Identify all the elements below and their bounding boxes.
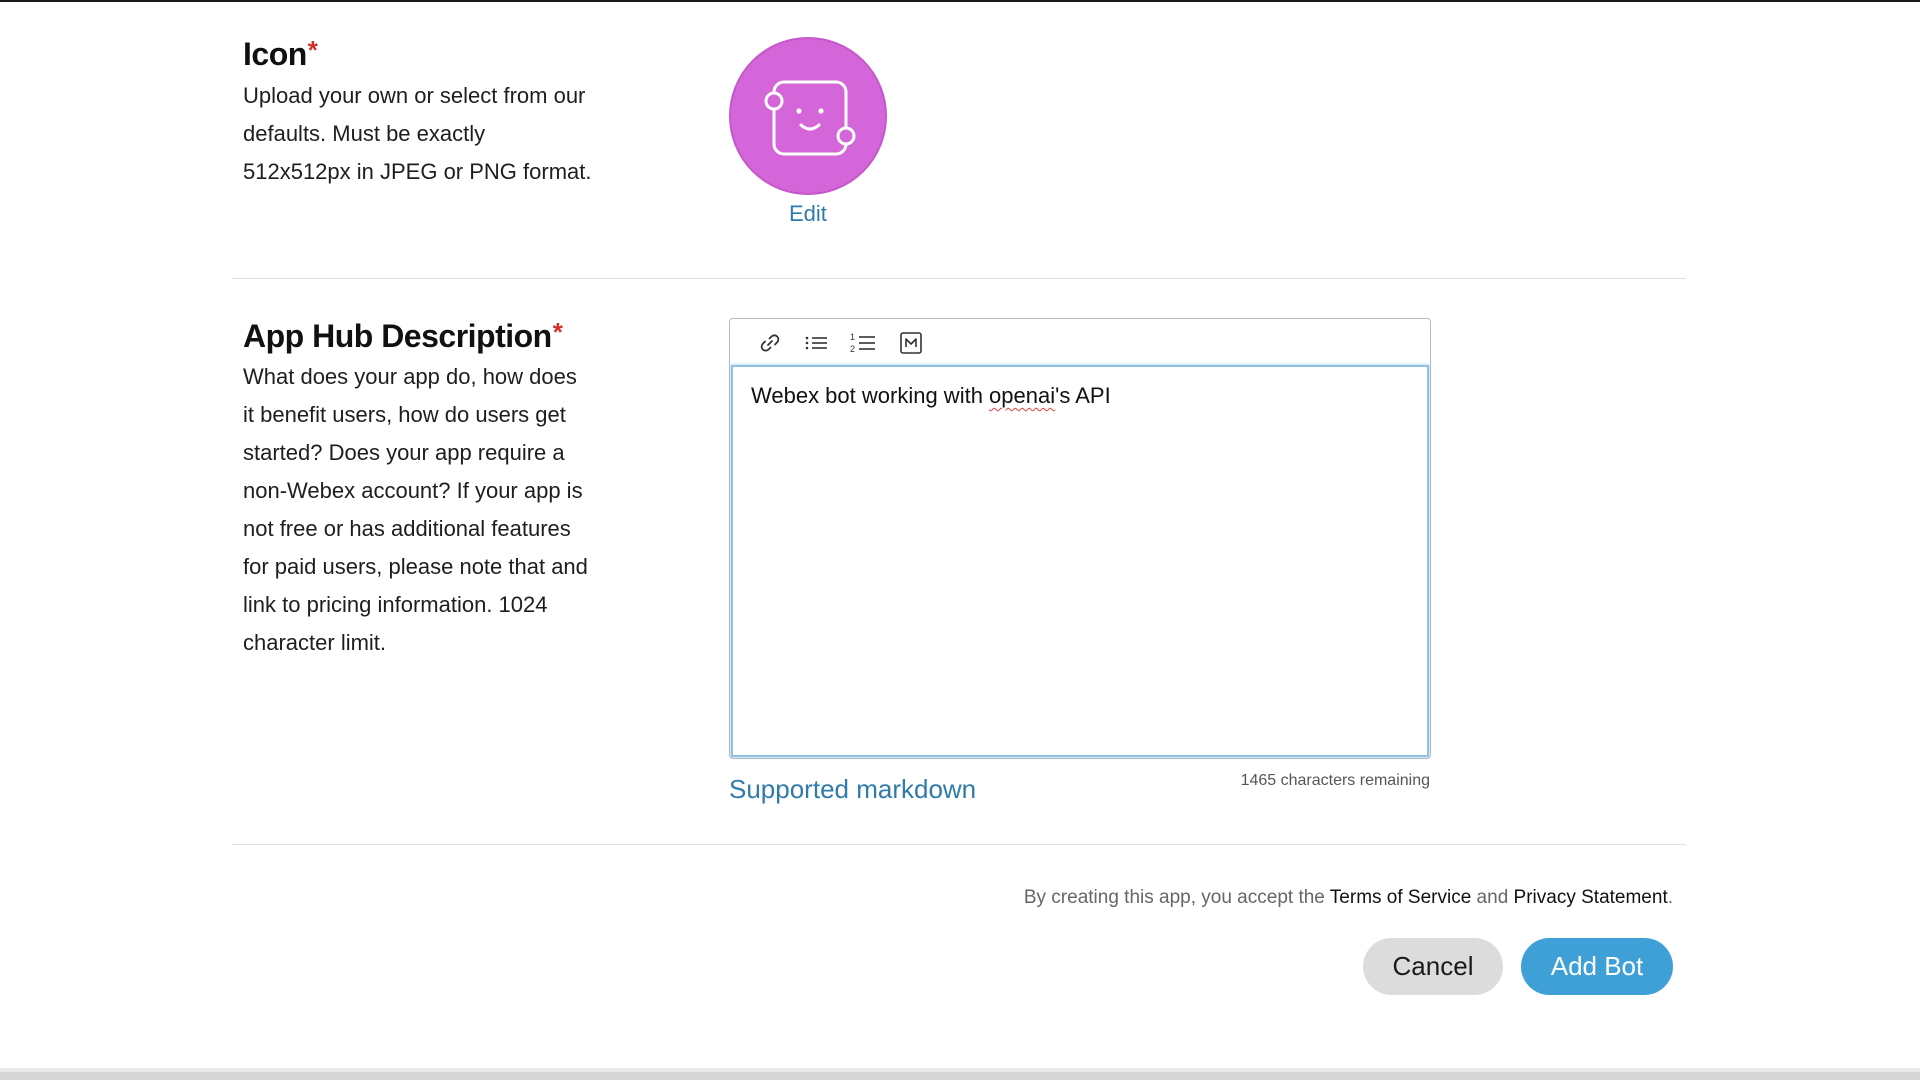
terms-prefix: By creating this app, you accept the (1023, 887, 1330, 908)
privacy-statement-link[interactable]: Privacy Statement (1514, 887, 1668, 908)
description-textarea[interactable]: Webex bot working with openai's API (731, 365, 1429, 757)
section-divider (232, 844, 1686, 845)
edit-icon-link[interactable]: Edit (789, 201, 827, 227)
supported-markdown-link[interactable]: Supported markdown (729, 774, 976, 805)
required-asterisk: * (552, 317, 563, 347)
description-section-help: What does your app do, how does it benef… (243, 364, 588, 655)
icon-section-title: Icon* (243, 35, 318, 73)
cancel-button[interactable]: Cancel (1363, 938, 1503, 995)
markdown-icon (900, 332, 922, 354)
add-bot-button[interactable]: Add Bot (1521, 938, 1673, 995)
icon-title-text: Icon (243, 36, 307, 72)
top-border (0, 0, 1920, 2)
text-part: Webex bot working with (751, 383, 990, 408)
icon-section-description: Upload your own or select from our defau… (243, 83, 592, 184)
link-button[interactable] (756, 331, 784, 355)
description-text: Webex bot working with openai's API (751, 383, 1111, 409)
svg-text:2: 2 (850, 344, 855, 354)
numbered-list-button[interactable]: 1 2 (849, 331, 877, 355)
section-divider (232, 278, 1686, 279)
markdown-button[interactable] (897, 331, 925, 355)
terms-of-service-link[interactable]: Terms of Service (1330, 887, 1471, 908)
terms-notice: By creating this app, you accept the Ter… (1024, 887, 1673, 909)
required-asterisk: * (307, 35, 318, 65)
link-icon (760, 334, 780, 352)
terms-suffix: . (1667, 887, 1673, 908)
bot-avatar[interactable] (729, 37, 887, 195)
numbered-list-icon: 1 2 (850, 332, 875, 354)
description-title-text: App Hub Description (243, 318, 552, 354)
description-editor: 1 2 Webex bot working with openai's API (729, 318, 1431, 759)
bot-face-icon (764, 80, 856, 156)
description-section-title: App Hub Description* (243, 317, 563, 355)
bulleted-list-icon (805, 336, 827, 350)
terms-and: and (1471, 887, 1514, 908)
bulleted-list-button[interactable] (802, 331, 830, 355)
svg-text:1: 1 (850, 332, 855, 342)
text-part: 's API (1055, 383, 1111, 408)
editor-toolbar: 1 2 (730, 319, 1430, 365)
characters-remaining: 1465 characters remaining (1240, 772, 1430, 789)
bottom-bar-highlight (0, 1068, 1920, 1072)
misspelled-word: openai (989, 383, 1056, 408)
